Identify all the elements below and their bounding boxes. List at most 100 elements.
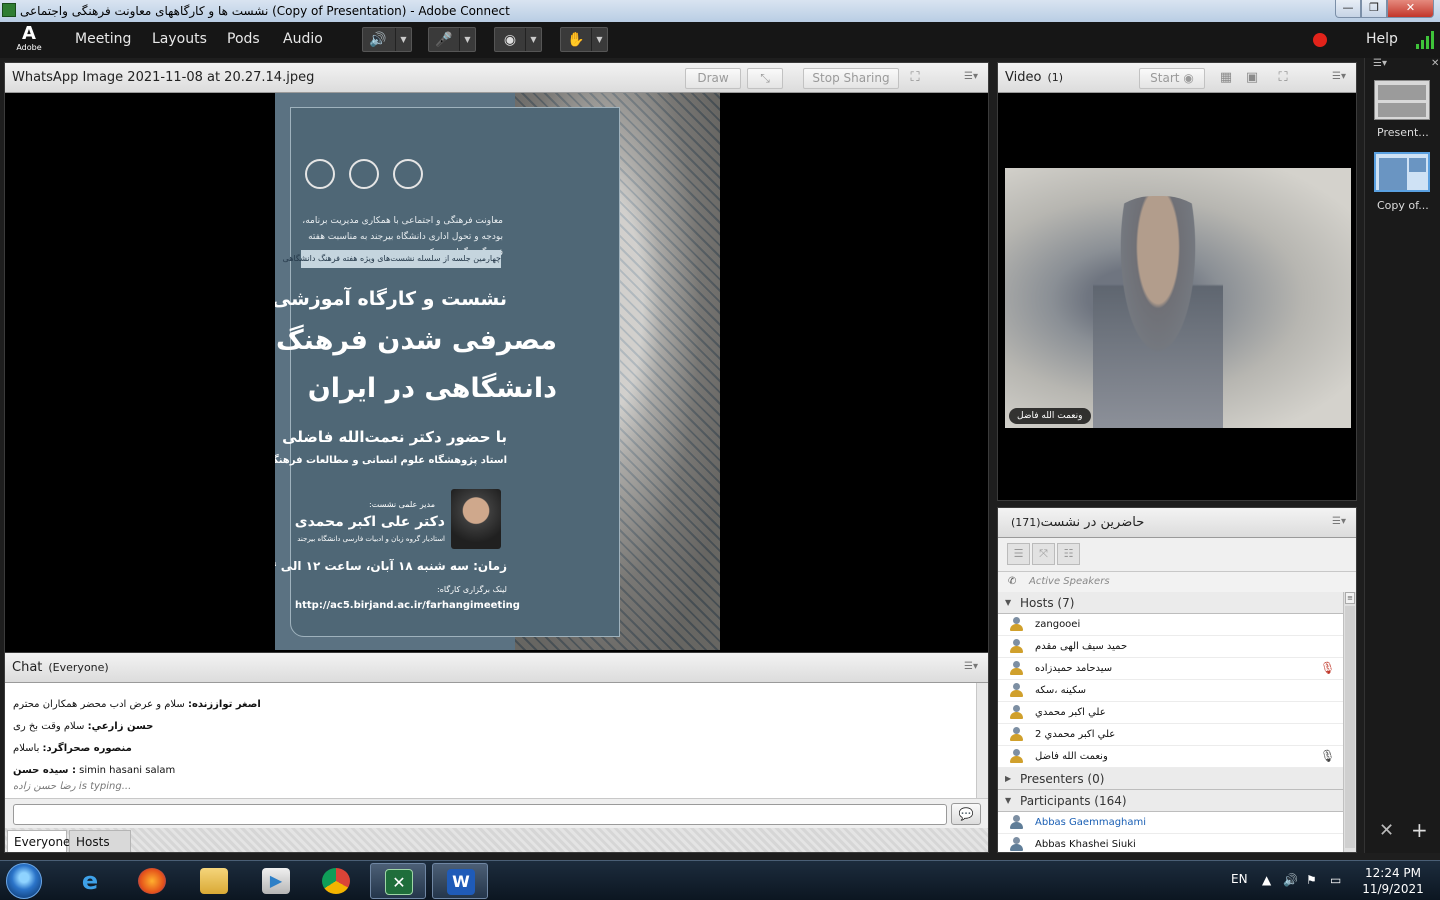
annotate-button[interactable]: ⤡ — [747, 68, 783, 89]
chat-scrollbar[interactable] — [976, 683, 988, 798]
video-pod-menu-icon[interactable]: ☰▾ — [1332, 71, 1346, 82]
poster-heading-1: نشست و کارگاه آموزشی — [275, 288, 507, 310]
draw-button[interactable]: Draw — [685, 68, 741, 89]
network-icon[interactable]: ▭ — [1330, 873, 1341, 887]
chat-input[interactable] — [13, 804, 947, 825]
active-speakers-icon: ✆ — [1008, 576, 1017, 587]
adobe-connect-app-icon — [2, 3, 16, 17]
host-user-icon — [1009, 727, 1023, 742]
attendee-pod-menu-icon[interactable]: ☰▾ — [1332, 516, 1346, 527]
taskbar-media-player[interactable]: ▶ — [248, 863, 304, 899]
folder-icon — [200, 868, 228, 894]
scrollbar-thumb[interactable] — [1345, 606, 1355, 848]
microphone-icon: 🎤 — [435, 32, 453, 48]
menu-help[interactable]: Help — [1366, 31, 1398, 47]
menu-layouts[interactable]: Layouts — [152, 31, 207, 47]
tab-hosts[interactable]: Hosts — [69, 830, 131, 852]
speaker-view-icon[interactable]: ▣ — [1243, 70, 1261, 86]
attendee-toolbar: ☰ ⤧ ☷ — [998, 538, 1356, 572]
minimize-button[interactable]: — — [1335, 0, 1361, 18]
hosts-group-header[interactable]: ▼ Hosts (7) — [998, 592, 1343, 614]
video-fullscreen-icon[interactable]: ⛶ — [1274, 70, 1292, 86]
start-webcam-button[interactable]: Start ◉ — [1139, 68, 1205, 89]
host-row[interactable]: علي اكبر محمدي — [998, 702, 1343, 724]
chat-pod: Chat (Everyone) ☰▾ اصغر تواززنده: سلام و … — [4, 652, 989, 853]
taskbar-chrome[interactable] — [308, 863, 364, 899]
speaker-dropdown-chevron-icon[interactable]: ▼ — [395, 28, 411, 51]
taskbar-explorer[interactable] — [186, 863, 242, 899]
chat-message: سيده حسن : simin hasani salam — [13, 765, 176, 776]
poster-moderator-name: دکتر علی اکبر محمدی — [294, 514, 445, 530]
webcam-person — [1093, 196, 1223, 428]
close-window-button[interactable]: ✕ — [1387, 0, 1434, 18]
host-row[interactable]: علي اكبر محمدي 2 — [998, 724, 1343, 746]
stop-sharing-button[interactable]: Stop Sharing — [803, 68, 899, 89]
mic-muted-icon: 🎙 — [1320, 661, 1336, 675]
menu-pods[interactable]: Pods — [227, 31, 260, 47]
add-layout-icon[interactable]: + — [1411, 818, 1428, 842]
chat-message: حسن زارعي: سلام وقت بخ ری — [13, 721, 154, 732]
share-pod-menu-icon[interactable]: ☰▾ — [964, 71, 978, 82]
list-view-icon[interactable]: ☰ — [1007, 543, 1030, 565]
volume-icon[interactable]: 🔊 — [1283, 873, 1298, 887]
microphone-dropdown-chevron-icon[interactable]: ▼ — [459, 28, 475, 51]
expand-triangle-icon: ▼ — [1005, 598, 1012, 607]
taskbar-firefox[interactable] — [124, 863, 180, 899]
menu-meeting[interactable]: Meeting — [75, 31, 131, 47]
menu-bar: A Adobe Meeting Layouts Pods Audio 🔊 ▼ 🎤… — [0, 22, 1440, 58]
poster-moderator-role: استادیار گروه زبان و ادبیات فارسی دانشگا… — [297, 535, 445, 543]
action-center-flag-icon[interactable]: ⚑ — [1306, 873, 1317, 887]
participant-row[interactable]: Abbas Gaemmaghami — [998, 812, 1343, 834]
host-row[interactable]: سیدحامد حمیدزاده 🎙 — [998, 658, 1343, 680]
tab-everyone[interactable]: Everyone — [7, 830, 70, 852]
layout-thumbnail-presentation[interactable] — [1374, 80, 1430, 120]
media-player-icon: ▶ — [262, 868, 290, 894]
show-hidden-icons-icon[interactable]: ▲ — [1262, 873, 1271, 887]
scroll-menu-icon[interactable]: ≡ — [1345, 592, 1355, 604]
recording-indicator-icon[interactable] — [1313, 33, 1327, 47]
layout-thumbnail-copy[interactable] — [1374, 152, 1430, 192]
send-message-button[interactable]: 💬 — [951, 803, 981, 825]
host-row[interactable]: ونعمت الله فاضل 🎙 — [998, 746, 1343, 768]
participants-group-header[interactable]: ▼ Participants (164) — [998, 790, 1343, 812]
chat-pod-menu-icon[interactable]: ☰▾ — [964, 661, 978, 672]
share-pod-title: WhatsApp Image 2021-11-08 at 20.27.14.jp… — [12, 70, 315, 85]
attendee-scrollbar[interactable]: ≡ — [1343, 592, 1356, 852]
status-dropdown-chevron-icon[interactable]: ▼ — [591, 28, 607, 51]
presenters-group-header[interactable]: ▶ Presenters (0) — [998, 768, 1343, 790]
taskbar-internet-explorer[interactable]: e — [62, 863, 118, 899]
host-row[interactable]: سکینه ،سکه — [998, 680, 1343, 702]
host-user-icon — [1009, 661, 1023, 676]
menu-audio[interactable]: Audio — [283, 31, 323, 47]
maximize-button[interactable]: ❐ — [1361, 0, 1387, 18]
taskbar-adobe-connect[interactable]: ✕ — [370, 863, 426, 899]
start-button[interactable] — [6, 863, 42, 899]
layouts-close-icon[interactable]: ✕ — [1431, 58, 1439, 69]
webcam-button[interactable]: ◉ ▼ — [494, 27, 542, 52]
delete-layout-icon[interactable]: ✕ — [1379, 820, 1394, 841]
layouts-menu-icon[interactable]: ☰▾ — [1373, 58, 1387, 69]
video-pod-title: Video (1) — [1005, 70, 1064, 85]
taskbar-word[interactable]: W — [432, 863, 488, 899]
adobe-logo-icon: A — [22, 23, 36, 44]
webcam-dropdown-chevron-icon[interactable]: ▼ — [525, 28, 541, 51]
participant-row[interactable]: Abbas Khashei Siuki — [998, 834, 1343, 852]
speaker-toggle-button[interactable]: 🔊 ▼ — [362, 27, 412, 52]
fullscreen-icon[interactable]: ⛶ — [906, 70, 924, 86]
attendee-status-icon[interactable]: ☷ — [1057, 543, 1080, 565]
breakout-view-icon[interactable]: ⤧ — [1032, 543, 1055, 565]
raise-hand-button[interactable]: ✋ ▼ — [560, 27, 608, 52]
chat-message: منصوره صحراگرد: باسلام — [13, 743, 132, 754]
webcam-icon: ◉ — [503, 32, 517, 48]
filmstrip-view-icon[interactable]: ▦ — [1217, 70, 1235, 86]
host-row[interactable]: حمید سیف الهی مقدم — [998, 636, 1343, 658]
host-row[interactable]: zangooei — [998, 614, 1343, 636]
input-language[interactable]: EN — [1231, 872, 1248, 886]
webcam-name-label: ونعمت الله فاضل — [1009, 408, 1091, 424]
webcam-feed[interactable]: ونعمت الله فاضل — [1005, 168, 1351, 428]
system-clock[interactable]: 12:24 PM 11/9/2021 — [1350, 865, 1436, 897]
chat-messages: اصغر تواززنده: سلام و عرض ادب محضر همکار… — [5, 683, 976, 798]
internet-explorer-icon: e — [81, 867, 99, 895]
poster-series: چهارمین جلسه از سلسله نشست‌های ویژه هفته… — [283, 250, 501, 268]
microphone-button[interactable]: 🎤 ▼ — [428, 27, 476, 52]
